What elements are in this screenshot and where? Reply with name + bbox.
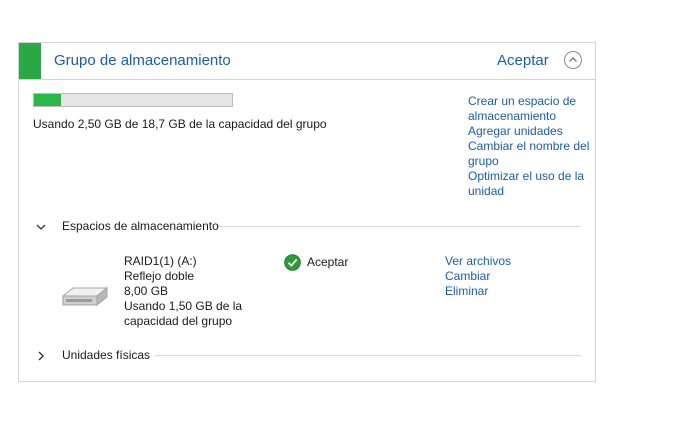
drives-section-header[interactable]: Unidades físicas (35, 348, 581, 364)
spaces-section-header[interactable]: Espacios de almacenamiento (35, 219, 581, 235)
chevron-right-icon (38, 351, 44, 361)
space-resiliency: Reflejo doble (124, 269, 195, 283)
space-size: 8,00 GB (124, 284, 169, 298)
collapse-pool-button[interactable] (564, 51, 582, 69)
space-status-text: Aceptar (307, 255, 349, 269)
spaces-section-label: Espacios de almacenamiento (62, 219, 219, 233)
space-details: RAID1(1) (A:) Reflejo doble 8,00 GB Usan… (124, 254, 244, 329)
chevron-up-icon (569, 57, 577, 62)
pool-actions: Crear un espacio de almacenamiento Agreg… (468, 94, 593, 199)
hard-drive-icon (62, 287, 108, 307)
pool-capacity-fill (34, 94, 61, 106)
pool-status: Aceptar (497, 52, 549, 69)
section-divider (219, 226, 581, 227)
delete-space-link[interactable]: Eliminar (445, 284, 511, 299)
pool-capacity-bar (33, 93, 233, 107)
pool-title: Grupo de almacenamiento (54, 52, 231, 69)
space-name: RAID1(1) (A:) (124, 254, 197, 268)
rename-pool-link[interactable]: Cambiar el nombre del grupo (468, 139, 593, 169)
optimize-usage-link[interactable]: Optimizar el uso de la unidad (468, 169, 593, 199)
pool-header: Grupo de almacenamiento Aceptar (19, 43, 595, 80)
change-space-link[interactable]: Cambiar (445, 269, 511, 284)
create-space-link[interactable]: Crear un espacio de almacenamiento (468, 94, 593, 124)
section-divider (155, 355, 581, 356)
drives-section-label: Unidades físicas (62, 348, 151, 362)
space-usage: Usando 1,50 GB de la capacidad del grupo (124, 299, 243, 328)
pool-status-accent (19, 43, 41, 79)
chevron-down-icon (36, 224, 46, 230)
view-files-link[interactable]: Ver archivos (445, 254, 511, 269)
add-drives-link[interactable]: Agregar unidades (468, 124, 593, 139)
pool-usage-text: Usando 2,50 GB de 18,7 GB de la capacida… (33, 117, 327, 131)
space-actions: Ver archivos Cambiar Eliminar (445, 254, 511, 299)
storage-pool-panel: Grupo de almacenamiento Aceptar Usando 2… (18, 42, 596, 382)
check-icon (284, 254, 301, 271)
